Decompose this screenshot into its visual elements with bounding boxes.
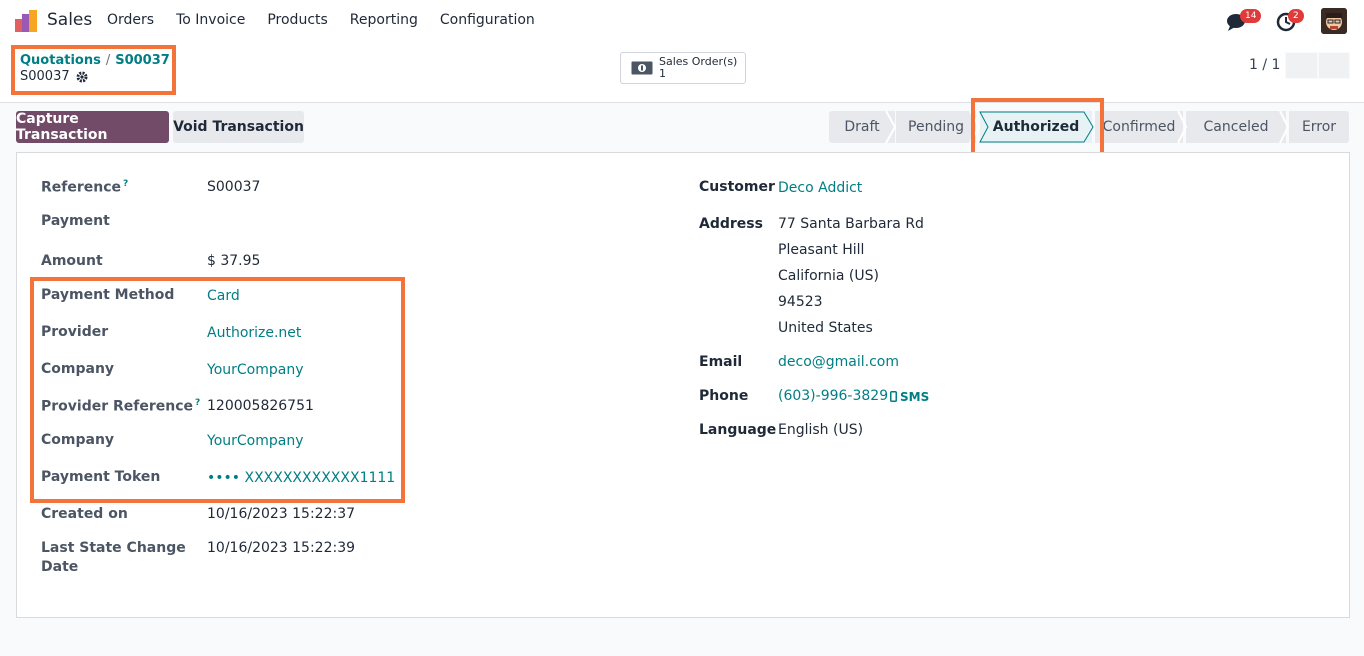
status-canceled[interactable]: Canceled — [1186, 111, 1286, 143]
menu-item-products[interactable]: Products — [267, 12, 327, 28]
smart-button-count: 1 — [659, 67, 666, 80]
app-name[interactable]: Sales — [47, 10, 92, 30]
customer-label: Customer — [699, 179, 775, 195]
menu-item-configuration[interactable]: Configuration — [440, 12, 535, 28]
last-state-change-label: Last State Change Date — [41, 540, 186, 575]
top-navbar: Sales Orders To Invoice Products Reporti… — [0, 0, 1364, 42]
email-label: Email — [699, 354, 743, 370]
status-confirmed[interactable]: Confirmed — [1095, 111, 1183, 143]
status-draft[interactable]: Draft — [829, 111, 895, 143]
amount-label: Amount — [41, 253, 103, 269]
created-on-value: 10/16/2023 15:22:37 — [207, 506, 356, 522]
address-line-2: Pleasant Hill — [778, 242, 865, 258]
sales-app-icon[interactable] — [15, 10, 39, 32]
email-link[interactable]: deco@gmail.com — [778, 354, 899, 370]
main-menu: Orders To Invoice Products Reporting Con… — [107, 12, 557, 28]
menu-item-reporting[interactable]: Reporting — [350, 12, 418, 28]
payment-details-highlight — [30, 277, 405, 503]
reference-value: S00037 — [207, 179, 261, 195]
address-line-4: 94523 — [778, 294, 823, 310]
payment-label: Payment — [41, 213, 110, 229]
smart-button-label: Sales Order(s) — [659, 55, 738, 68]
last-state-change-value: 10/16/2023 15:22:39 — [207, 540, 356, 556]
money-icon — [631, 61, 653, 75]
breadcrumb-highlight — [11, 45, 176, 95]
amount-value: $ 37.95 — [207, 253, 261, 269]
phone-link[interactable]: (603)-996-3829 — [778, 388, 888, 404]
activities-count-badge: 2 — [1288, 9, 1304, 23]
status-error[interactable]: Error — [1289, 111, 1349, 143]
pager-buttons — [1285, 52, 1350, 79]
customer-link[interactable]: Deco Addict — [778, 180, 862, 196]
pager-previous-button[interactable] — [1285, 52, 1318, 79]
reference-help-icon[interactable]: ? — [123, 179, 128, 189]
sales-orders-smart-button[interactable]: Sales Order(s) 1 — [620, 52, 746, 84]
language-label: Language — [699, 422, 777, 438]
void-transaction-button[interactable]: Void Transaction — [173, 111, 304, 143]
user-avatar[interactable] — [1321, 8, 1347, 34]
pager-value: 1 / 1 — [1249, 57, 1281, 73]
reference-label: Reference? — [41, 179, 129, 196]
created-on-label: Created on — [41, 506, 128, 522]
address-line-5: United States — [778, 320, 873, 336]
language-value: English (US) — [778, 422, 864, 438]
capture-transaction-button[interactable]: Capture Transaction — [16, 111, 169, 143]
status-pending[interactable]: Pending — [896, 111, 976, 143]
address-line-1: 77 Santa Barbara Rd — [778, 216, 924, 232]
menu-item-to-invoice[interactable]: To Invoice — [176, 12, 245, 28]
phone-label: Phone — [699, 388, 749, 404]
sms-button[interactable]: SMS — [900, 390, 929, 404]
address-line-3: California (US) — [778, 268, 879, 284]
address-label: Address — [699, 216, 763, 232]
mobile-phone-icon[interactable] — [890, 391, 897, 402]
menu-item-orders[interactable]: Orders — [107, 12, 154, 28]
messages-count-badge: 14 — [1240, 9, 1262, 23]
pager-next-button[interactable] — [1317, 52, 1350, 79]
